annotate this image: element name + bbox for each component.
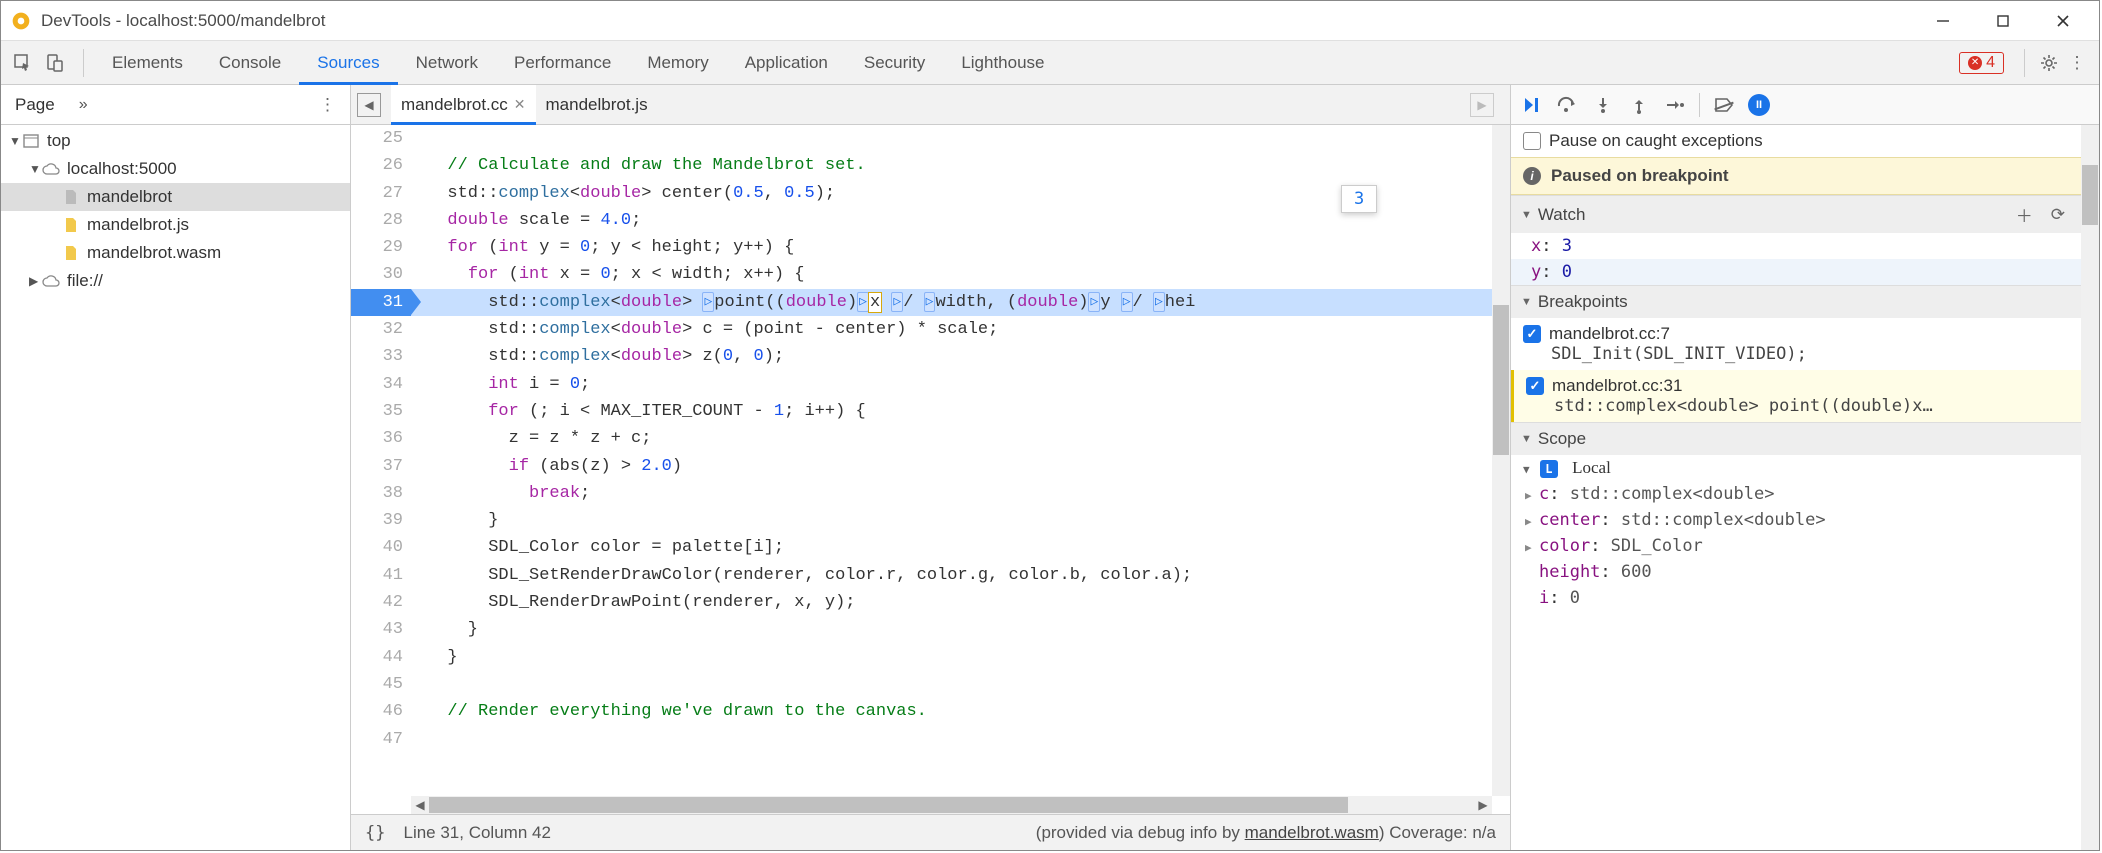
- scope-var-center[interactable]: ▶center: std::complex<double>: [1511, 507, 2081, 533]
- sidebar-more-icon[interactable]: »: [79, 96, 88, 114]
- breakpoint-checkbox[interactable]: [1523, 325, 1541, 343]
- tab-console[interactable]: Console: [201, 41, 299, 84]
- info-icon: i: [1523, 167, 1541, 185]
- right-scrollbar[interactable]: [2081, 125, 2099, 850]
- code-line-30[interactable]: 30 for (int x = 0; x < width; x++) {: [351, 261, 1510, 288]
- tab-memory[interactable]: Memory: [629, 41, 726, 84]
- sidebar-menu-icon[interactable]: ⋮: [319, 95, 336, 115]
- step-out-button[interactable]: [1627, 93, 1651, 117]
- editor-pane: ◀ mandelbrot.cc✕mandelbrot.js ▶ 2526 // …: [351, 85, 1511, 850]
- sidebar: Page » ⋮ ▼top▼localhost:5000mandelbrotma…: [1, 85, 351, 850]
- resume-button[interactable]: [1519, 93, 1543, 117]
- file-tab-mandelbrot-js[interactable]: mandelbrot.js: [536, 85, 658, 124]
- debug-info-link[interactable]: mandelbrot.wasm: [1245, 823, 1379, 842]
- code-line-43[interactable]: 43 }: [351, 616, 1510, 643]
- code-line-38[interactable]: 38 break;: [351, 480, 1510, 507]
- refresh-watch-icon[interactable]: ⟳: [2045, 205, 2071, 225]
- tab-elements[interactable]: Elements: [94, 41, 201, 84]
- step-over-button[interactable]: [1555, 93, 1579, 117]
- scope-var-color[interactable]: ▶color: SDL_Color: [1511, 533, 2081, 559]
- step-into-button[interactable]: [1591, 93, 1615, 117]
- nav-back-button[interactable]: ◀: [357, 93, 381, 117]
- device-icon[interactable]: [41, 49, 69, 77]
- code-line-34[interactable]: 34 int i = 0;: [351, 371, 1510, 398]
- breakpoints-section-header[interactable]: ▼Breakpoints: [1511, 286, 2081, 318]
- watch-x[interactable]: x: 3: [1511, 233, 2081, 259]
- more-icon[interactable]: ⋮: [2063, 53, 2091, 73]
- code-line-42[interactable]: 42 SDL_RenderDrawPoint(renderer, x, y);: [351, 589, 1510, 616]
- code-line-46[interactable]: 46 // Render everything we've drawn to t…: [351, 698, 1510, 725]
- pause-caught-label: Pause on caught exceptions: [1549, 131, 1763, 151]
- tab-security[interactable]: Security: [846, 41, 943, 84]
- devtools-icon: [11, 11, 31, 31]
- close-button[interactable]: [2033, 2, 2093, 40]
- code-line-47[interactable]: 47: [351, 726, 1510, 753]
- tab-application[interactable]: Application: [727, 41, 846, 84]
- breakpoint-checkbox[interactable]: [1526, 377, 1544, 395]
- paused-banner: i Paused on breakpoint: [1511, 157, 2081, 195]
- tree-item-localhost-5000[interactable]: ▼localhost:5000: [1, 155, 350, 183]
- code-line-36[interactable]: 36 z = z * z + c;: [351, 425, 1510, 452]
- file-tab-mandelbrot-cc[interactable]: mandelbrot.cc✕: [391, 85, 536, 124]
- deactivate-breakpoints-button[interactable]: [1712, 93, 1736, 117]
- scope-local-row[interactable]: ▼ L Local: [1511, 455, 2081, 481]
- code-line-37[interactable]: 37 if (abs(z) > 2.0): [351, 453, 1510, 480]
- code-line-35[interactable]: 35 for (; i < MAX_ITER_COUNT - 1; i++) {: [351, 398, 1510, 425]
- settings-icon[interactable]: [2035, 53, 2063, 73]
- scope-var-height[interactable]: height: 600: [1511, 559, 2081, 585]
- maximize-button[interactable]: [1973, 2, 2033, 40]
- scope-var-i[interactable]: i: 0: [1511, 585, 2081, 611]
- code-line-33[interactable]: 33 std::complex<double> z(0, 0);: [351, 343, 1510, 370]
- code-line-28[interactable]: 28 double scale = 4.0;: [351, 207, 1510, 234]
- code-line-44[interactable]: 44 }: [351, 644, 1510, 671]
- hover-value-tooltip: 3: [1341, 185, 1377, 213]
- tab-network[interactable]: Network: [398, 41, 496, 84]
- pause-on-exceptions-button[interactable]: II: [1748, 94, 1770, 116]
- error-count-badge[interactable]: ✕4: [1959, 52, 2004, 74]
- code-line-26[interactable]: 26 // Calculate and draw the Mandelbrot …: [351, 152, 1510, 179]
- statusbar: {} Line 31, Column 42 (provided via debu…: [351, 814, 1510, 850]
- code-line-31[interactable]: 31 std::complex<double> ▷point((double)▷…: [351, 289, 1510, 316]
- code-line-45[interactable]: 45: [351, 671, 1510, 698]
- horizontal-scrollbar[interactable]: ◀▶: [411, 796, 1492, 814]
- debugger-panel: II Pause on caught exceptions i Paused o…: [1511, 85, 2099, 850]
- step-button[interactable]: [1663, 93, 1687, 117]
- tree-item-top[interactable]: ▼top: [1, 127, 350, 155]
- pretty-print-icon[interactable]: {}: [365, 823, 385, 843]
- watch-y[interactable]: y: 0: [1511, 259, 2081, 285]
- inspect-icon[interactable]: [9, 49, 37, 77]
- code-line-39[interactable]: 39 }: [351, 507, 1510, 534]
- tree-item-mandelbrot-js[interactable]: mandelbrot.js: [1, 211, 350, 239]
- titlebar: DevTools - localhost:5000/mandelbrot: [1, 1, 2099, 41]
- scope-section-header[interactable]: ▼Scope: [1511, 423, 2081, 455]
- code-line-29[interactable]: 29 for (int y = 0; y < height; y++) {: [351, 234, 1510, 261]
- tab-performance[interactable]: Performance: [496, 41, 629, 84]
- close-tab-icon[interactable]: ✕: [514, 96, 526, 113]
- code-line-40[interactable]: 40 SDL_Color color = palette[i];: [351, 534, 1510, 561]
- cursor-pos: Line 31, Column 42: [403, 823, 550, 843]
- main-toolbar: ElementsConsoleSourcesNetworkPerformance…: [1, 41, 2099, 85]
- code-line-25[interactable]: 25: [351, 125, 1510, 152]
- breakpoint-item[interactable]: mandelbrot.cc:7SDL_Init(SDL_INIT_VIDEO);: [1511, 318, 2081, 370]
- nav-fwd-button[interactable]: ▶: [1470, 93, 1494, 117]
- tree-item-mandelbrot[interactable]: mandelbrot: [1, 183, 350, 211]
- tree-item-mandelbrot-wasm[interactable]: mandelbrot.wasm: [1, 239, 350, 267]
- tab-sources[interactable]: Sources: [299, 41, 397, 84]
- code-line-41[interactable]: 41 SDL_SetRenderDrawColor(renderer, colo…: [351, 562, 1510, 589]
- watch-section-header[interactable]: ▼Watch ＋ ⟳: [1511, 196, 2081, 233]
- breakpoint-item[interactable]: mandelbrot.cc:31std::complex<double> poi…: [1511, 370, 2081, 422]
- add-watch-icon[interactable]: ＋: [2010, 202, 2039, 227]
- pause-caught-checkbox[interactable]: [1523, 132, 1541, 150]
- minimize-button[interactable]: [1913, 2, 1973, 40]
- scope-var-c[interactable]: ▶c: std::complex<double>: [1511, 481, 2081, 507]
- window-title: DevTools - localhost:5000/mandelbrot: [41, 11, 1913, 31]
- tree-item-file---[interactable]: ▶file://: [1, 267, 350, 295]
- tab-lighthouse[interactable]: Lighthouse: [943, 41, 1062, 84]
- sidebar-title: Page: [15, 95, 55, 115]
- vertical-scrollbar[interactable]: [1492, 125, 1510, 796]
- code-line-27[interactable]: 27 std::complex<double> center(0.5, 0.5)…: [351, 180, 1510, 207]
- code-line-32[interactable]: 32 std::complex<double> c = (point - cen…: [351, 316, 1510, 343]
